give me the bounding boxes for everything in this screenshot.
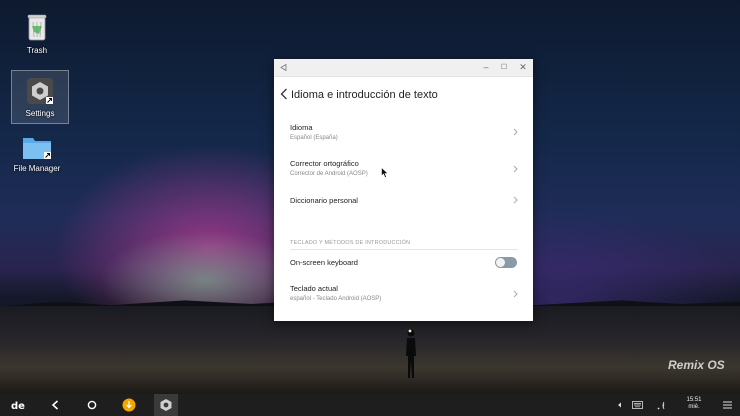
- taskbar: de 15:51 mié.: [0, 394, 740, 416]
- maximize-button[interactable]: ☐: [498, 61, 510, 74]
- tray-arrow-icon: [617, 402, 621, 408]
- back-triangle-icon[interactable]: [280, 64, 287, 71]
- mouse-cursor-icon: [381, 167, 389, 178]
- start-menu-button[interactable]: de: [6, 394, 30, 416]
- tray-expand-button[interactable]: [614, 394, 624, 416]
- trash-icon: [27, 14, 47, 41]
- item-subtitle: Corrector de Android (AOSP): [290, 171, 368, 177]
- home-button[interactable]: [81, 394, 103, 416]
- page-header: Idioma e introducción de texto: [274, 77, 533, 117]
- remix-logo-icon: de: [11, 401, 25, 410]
- desktop-icon-label: File Manager: [13, 164, 61, 173]
- home-circle-icon: [87, 400, 97, 410]
- section-header: TECLADO Y MÉTODOS DE INTRODUCCIÓN: [290, 240, 411, 246]
- back-icon: [51, 400, 59, 410]
- item-title: Teclado actual: [290, 284, 338, 293]
- settings-item-diccionario[interactable]: Diccionario personal: [274, 189, 533, 219]
- menu-lines-icon: [722, 401, 732, 409]
- desktop-settings[interactable]: Settings: [11, 70, 69, 124]
- download-icon: [122, 398, 136, 412]
- close-button[interactable]: ✕: [517, 61, 529, 74]
- settings-item-idioma[interactable]: Idioma Español (España): [274, 117, 533, 151]
- keyboard-tray-button[interactable]: [630, 394, 644, 416]
- network-tray-button[interactable]: [654, 394, 668, 416]
- svg-text:de: de: [11, 401, 25, 410]
- desktop-icon-label: Trash: [26, 46, 48, 55]
- desktop-trash[interactable]: Trash: [9, 12, 65, 55]
- clock-day: mié.: [688, 404, 700, 410]
- taskbar-clock[interactable]: 15:51 mié.: [680, 397, 708, 411]
- clock-time: 15:51: [686, 397, 702, 403]
- notifications-button[interactable]: [720, 394, 734, 416]
- folder-icon: [23, 138, 51, 159]
- page-title: Idioma e introducción de texto: [291, 89, 438, 101]
- chevron-right-icon: [513, 128, 518, 136]
- item-title: Idioma: [290, 123, 313, 132]
- settings-gear-icon: [160, 399, 172, 411]
- toggle-knob: [496, 258, 505, 267]
- settings-gear-icon: [27, 78, 53, 104]
- window-titlebar[interactable]: – ☐ ✕: [274, 59, 533, 77]
- chevron-right-icon: [513, 165, 518, 173]
- settings-item-teclado-actual[interactable]: Teclado actual español - Teclado Android…: [274, 279, 533, 311]
- chevron-right-icon: [513, 290, 518, 298]
- settings-item-corrector[interactable]: Corrector ortográfico Corrector de Andro…: [274, 153, 533, 187]
- item-subtitle: español - Teclado Android (AOSP): [290, 296, 382, 302]
- person-silhouette: [406, 329, 416, 378]
- back-arrow-icon[interactable]: [280, 88, 288, 100]
- wifi-icon: [657, 401, 664, 409]
- chevron-right-icon: [513, 196, 518, 204]
- section-divider: [290, 249, 518, 250]
- item-title: Diccionario personal: [290, 196, 358, 205]
- minimize-button[interactable]: –: [480, 61, 492, 74]
- back-button[interactable]: [44, 394, 66, 416]
- taskbar-app-download[interactable]: [118, 394, 140, 416]
- keyboard-icon: [631, 401, 643, 409]
- item-title: On-screen keyboard: [290, 258, 358, 267]
- remix-os-watermark: Remix OS: [668, 358, 725, 372]
- item-subtitle: Español (España): [290, 135, 338, 141]
- taskbar-app-settings[interactable]: [154, 394, 178, 416]
- desktop-file-manager[interactable]: File Manager: [9, 134, 65, 173]
- item-title: Corrector ortográfico: [290, 159, 359, 168]
- settings-window: – ☐ ✕ Idioma e introducción de texto Idi…: [274, 59, 533, 321]
- onscreen-keyboard-toggle[interactable]: [495, 257, 517, 268]
- desktop-icon-label: Settings: [25, 109, 55, 118]
